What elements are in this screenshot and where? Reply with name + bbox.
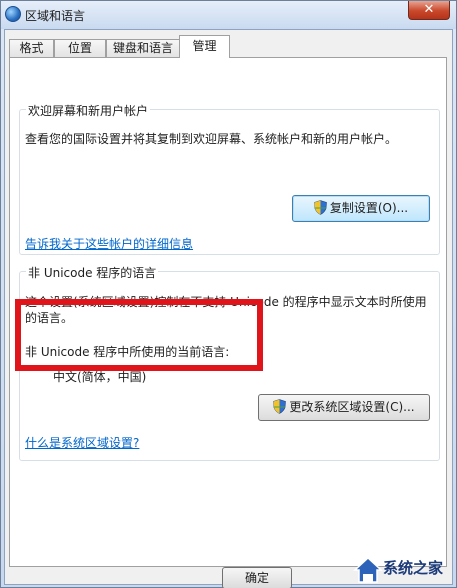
shield-icon bbox=[314, 200, 327, 215]
watermark-logo: 系统之家 bbox=[353, 549, 457, 588]
house-icon bbox=[353, 556, 383, 583]
globe-icon bbox=[5, 6, 21, 22]
shield-icon bbox=[273, 399, 287, 414]
copy-settings-label: 复制设置(O)... bbox=[329, 201, 409, 215]
non-unicode-group-title: 非 Unicode 程序的语言 bbox=[26, 264, 159, 281]
title-bar[interactable]: 区域和语言 ✕ bbox=[1, 1, 456, 29]
welcome-accounts-link[interactable]: 告诉我关于这些帐户的详细信息 bbox=[25, 235, 193, 252]
change-system-locale-label: 更改系统区域设置(C)... bbox=[289, 400, 415, 414]
current-language-value: 中文(简体，中国) bbox=[53, 370, 147, 384]
close-button[interactable]: ✕ bbox=[408, 1, 450, 20]
welcome-group-title: 欢迎屏幕和新用户帐户 bbox=[26, 102, 151, 119]
red-highlight-box bbox=[15, 299, 263, 371]
welcome-description: 查看您的国际设置并将其复制到欢迎屏幕、系统帐户和新的用户帐户。 bbox=[25, 132, 398, 146]
region-language-window: 区域和语言 ✕ 格式 位置 键盘和语言 管理 欢迎屏幕和新用户帐户 查看您的国际… bbox=[0, 0, 457, 588]
copy-settings-button[interactable]: 复制设置(O)... bbox=[292, 195, 430, 222]
tab-administrative[interactable]: 管理 bbox=[179, 35, 230, 58]
system-locale-help-link[interactable]: 什么是系统区域设置? bbox=[25, 434, 139, 451]
tab-strip: 格式 位置 键盘和语言 管理 bbox=[9, 35, 449, 58]
welcome-screen-group: 欢迎屏幕和新用户帐户 查看您的国际设置并将其复制到欢迎屏幕、系统帐户和新的用户帐… bbox=[19, 102, 440, 255]
ok-button[interactable]: 确定 bbox=[222, 567, 292, 588]
close-icon: ✕ bbox=[423, 2, 435, 17]
tab-location[interactable]: 位置 bbox=[54, 39, 106, 57]
watermark-text: 系统之家 bbox=[383, 559, 444, 577]
tab-formats[interactable]: 格式 bbox=[9, 39, 54, 57]
window-title: 区域和语言 bbox=[25, 9, 86, 23]
tab-keyboards-languages[interactable]: 键盘和语言 bbox=[106, 39, 180, 57]
change-system-locale-button[interactable]: 更改系统区域设置(C)... bbox=[258, 394, 430, 421]
